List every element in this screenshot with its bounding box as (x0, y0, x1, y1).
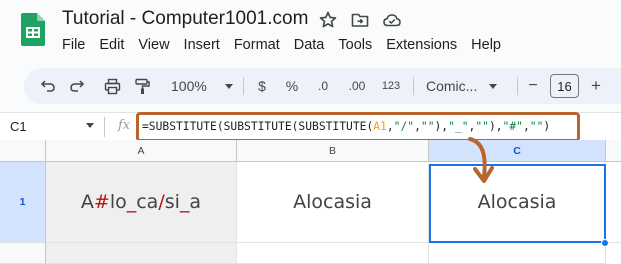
annotation-arrow-icon (468, 137, 494, 183)
text-fragment: a (189, 191, 202, 213)
text-fragment: si (164, 191, 180, 213)
minus-label: − (528, 77, 538, 94)
undo-icon (40, 80, 55, 92)
chevron-down-icon (489, 83, 498, 89)
toolbar-divider (243, 77, 244, 95)
paint-format-button[interactable] (128, 68, 156, 104)
format-percent-button[interactable]: % (282, 68, 302, 104)
google-sheets-window: Tutorial - Computer1001.com File Edit Vi… (0, 0, 621, 264)
percent-label: % (285, 78, 299, 94)
column-header-b[interactable]: B (237, 140, 429, 162)
formula-highlight-annotation (136, 112, 580, 142)
text-fragment: A (80, 191, 94, 213)
toolbar-divider (517, 77, 518, 95)
toolbar-divider (413, 77, 414, 95)
special-character: # (93, 191, 110, 213)
google-sheets-logo[interactable] (21, 13, 45, 46)
row-header-1[interactable]: 1 (0, 162, 46, 243)
undo-button[interactable] (34, 68, 62, 104)
menu-insert[interactable]: Insert (184, 37, 220, 55)
chevron-down-icon[interactable] (86, 123, 94, 128)
menu-tools[interactable]: Tools (338, 37, 372, 55)
currency-label: $ (258, 78, 266, 94)
cell-d1[interactable] (606, 162, 621, 243)
chevron-down-icon (224, 83, 233, 89)
fill-handle[interactable] (601, 239, 609, 247)
decrease-font-size-button[interactable]: − (524, 68, 542, 104)
fx-icon: fx (118, 118, 131, 133)
zoom-select[interactable]: 100% (167, 68, 237, 104)
zoom-value: 100% (171, 78, 207, 94)
increase-decimal-label: .00 (348, 79, 366, 93)
document-title[interactable]: Tutorial - Computer1001.com (62, 8, 308, 30)
format-currency-button[interactable]: $ (252, 68, 272, 104)
menu-extensions[interactable]: Extensions (386, 37, 457, 55)
font-family-value: Comic... (426, 78, 478, 94)
special-character: _ (126, 191, 137, 213)
plus-label: + (591, 76, 601, 95)
cloud-saved-icon[interactable] (382, 10, 402, 30)
formula-bar-divider (104, 117, 105, 137)
menu-edit[interactable]: Edit (99, 37, 124, 55)
app-header: Tutorial - Computer1001.com File Edit Vi… (0, 0, 621, 64)
column-header-d[interactable] (606, 140, 621, 162)
print-button[interactable] (98, 68, 126, 104)
increase-font-size-button[interactable]: + (587, 68, 605, 104)
menu-view[interactable]: View (138, 37, 169, 55)
print-icon (104, 78, 120, 94)
spreadsheet-grid: A B C 1 A # lo _ ca / si _ a Alocasia Alocasia (0, 140, 621, 264)
cell-a1[interactable]: A # lo _ ca / si _ a (46, 162, 237, 243)
menu-format[interactable]: Format (234, 37, 280, 55)
decrease-decimal-button[interactable]: .0 (311, 68, 335, 104)
select-all-corner[interactable] (0, 140, 46, 162)
cell-b1[interactable]: Alocasia (237, 162, 429, 243)
number-format-label: 123 (381, 80, 401, 92)
menu-bar: File Edit View Insert Format Data Tools … (62, 37, 515, 55)
column-header-c[interactable]: C (429, 140, 606, 162)
font-family-select[interactable]: Comic... (420, 68, 512, 104)
special-character: _ (179, 191, 190, 213)
increase-decimal-button[interactable]: .00 (343, 68, 371, 104)
text-fragment: lo (109, 191, 127, 213)
cell-selection-border (429, 164, 606, 243)
font-size-input[interactable]: 16 (550, 74, 579, 98)
cell-c2[interactable] (429, 243, 606, 264)
redo-icon (70, 80, 85, 92)
move-to-folder-icon[interactable] (350, 10, 370, 30)
menu-data[interactable]: Data (294, 37, 325, 55)
number-format-button[interactable]: 123 (379, 68, 403, 104)
decrease-decimal-label: .0 (317, 79, 328, 93)
name-box[interactable]: C1 (10, 119, 27, 134)
cell-b2[interactable] (237, 243, 429, 264)
paint-format-icon (134, 78, 150, 94)
cell-a2[interactable] (46, 243, 237, 264)
row-header-2[interactable] (0, 243, 46, 264)
column-header-a[interactable]: A (46, 140, 237, 162)
star-icon[interactable] (318, 10, 338, 30)
redo-button[interactable] (63, 68, 91, 104)
text-fragment: ca (136, 191, 159, 213)
toolbar: 100% $ % .0 .00 123 Comic... − 16 + (24, 68, 621, 104)
menu-file[interactable]: File (62, 37, 85, 55)
menu-help[interactable]: Help (471, 37, 501, 55)
